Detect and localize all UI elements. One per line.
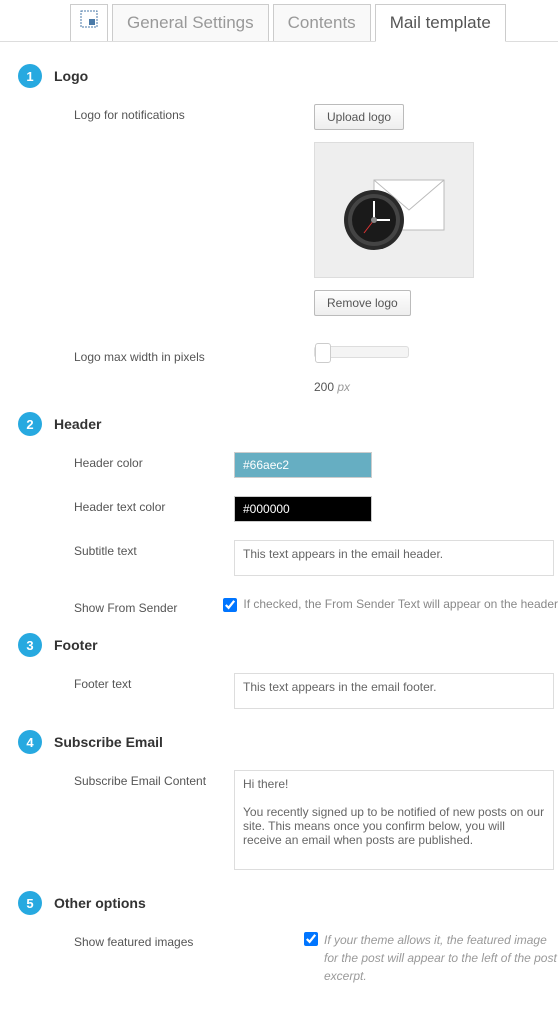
upload-logo-button[interactable]: Upload logo <box>314 104 404 130</box>
label-subscribe-content: Subscribe Email Content <box>74 770 234 873</box>
subtitle-textarea[interactable] <box>234 540 554 576</box>
section-footer: 3 Footer Footer text <box>18 633 558 712</box>
logo-preview-image <box>334 165 454 255</box>
logo-width-slider[interactable] <box>314 346 409 358</box>
section-title-other: Other options <box>54 895 146 911</box>
label-featured: Show featured images <box>74 931 234 985</box>
section-title-logo: Logo <box>54 68 88 84</box>
label-show-from: Show From Sender <box>74 597 223 615</box>
footer-textarea[interactable] <box>234 673 554 709</box>
section-subscribe: 4 Subscribe Email Subscribe Email Conten… <box>18 730 558 873</box>
label-logo-width: Logo max width in pixels <box>74 346 234 394</box>
featured-checkbox[interactable] <box>304 932 318 946</box>
section-badge: 1 <box>18 64 42 88</box>
section-title-footer: Footer <box>54 637 98 653</box>
tab-icon[interactable] <box>70 4 108 41</box>
header-text-color-input[interactable] <box>234 496 372 522</box>
label-header-text-color: Header text color <box>74 496 234 522</box>
label-header-color: Header color <box>74 452 234 478</box>
stamp-icon <box>79 9 99 29</box>
logo-width-value: 200 px <box>314 380 558 394</box>
section-badge: 2 <box>18 412 42 436</box>
logo-preview <box>314 142 474 278</box>
slider-handle[interactable] <box>315 343 331 363</box>
section-other: 5 Other options Show featured images If … <box>18 891 558 985</box>
subscribe-content-textarea[interactable] <box>234 770 554 870</box>
label-logo-notif: Logo for notifications <box>74 104 234 316</box>
show-from-desc: If checked, the From Sender Text will ap… <box>243 597 558 611</box>
section-badge: 5 <box>18 891 42 915</box>
header-color-input[interactable] <box>234 452 372 478</box>
tab-general[interactable]: General Settings <box>112 4 269 41</box>
tab-contents[interactable]: Contents <box>273 4 371 41</box>
section-title-header: Header <box>54 416 101 432</box>
tab-mail-template[interactable]: Mail template <box>375 4 506 42</box>
section-badge: 3 <box>18 633 42 657</box>
label-footer-text: Footer text <box>74 673 234 712</box>
section-badge: 4 <box>18 730 42 754</box>
remove-logo-button[interactable]: Remove logo <box>314 290 411 316</box>
show-from-checkbox[interactable] <box>223 598 237 612</box>
section-title-subscribe: Subscribe Email <box>54 734 163 750</box>
tabs-bar: General Settings Contents Mail template <box>0 0 558 42</box>
label-subtitle: Subtitle text <box>74 540 234 579</box>
featured-desc: If your theme allows it, the featured im… <box>324 931 558 985</box>
section-header: 2 Header Header color Header text color … <box>18 412 558 615</box>
section-logo: 1 Logo Logo for notifications Upload log… <box>18 64 558 394</box>
